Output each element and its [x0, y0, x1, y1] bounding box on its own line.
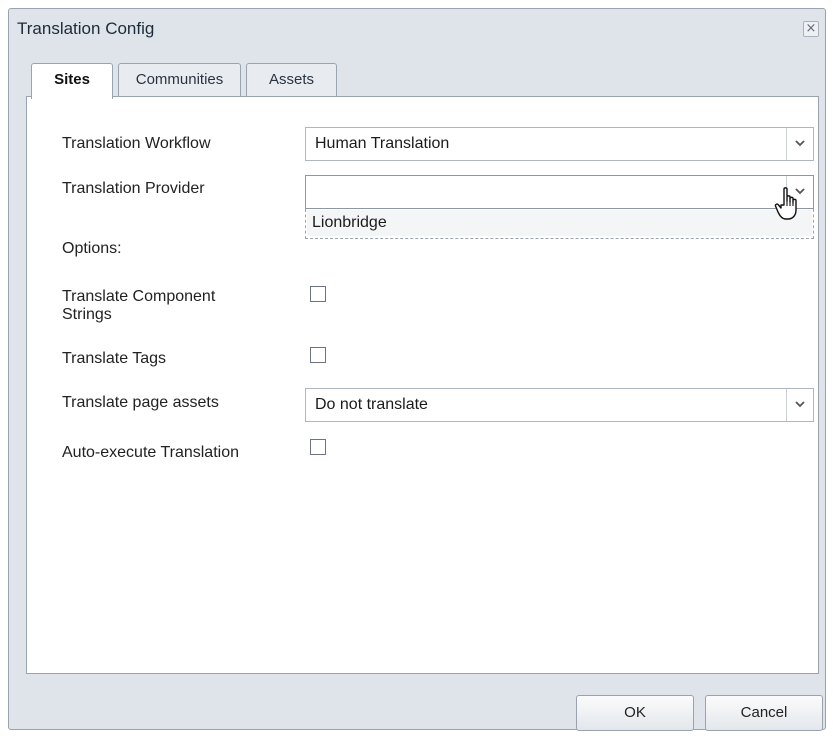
chevron-down-icon: [795, 140, 805, 147]
tab-communities-label: Communities: [135, 71, 224, 88]
workflow-select-arrow[interactable]: [786, 128, 813, 160]
chevron-down-icon: [795, 401, 805, 408]
tab-sites[interactable]: Sites: [31, 63, 113, 99]
translation-config-dialog: Translation Config × Sites Communities A…: [8, 8, 826, 731]
component-strings-label-line1: Translate Component: [62, 288, 216, 305]
tab-assets-label: Assets: [268, 71, 314, 88]
dialog-title: Translation Config: [17, 19, 155, 38]
tags-label: Translate Tags: [62, 350, 167, 367]
sites-panel: Translation Workflow Human Translation T…: [26, 96, 819, 674]
tab-sites-label: Sites: [54, 71, 90, 88]
close-button[interactable]: ×: [803, 21, 819, 37]
page-assets-label: Translate page assets: [62, 394, 219, 411]
page-assets-select-arrow[interactable]: [786, 389, 813, 421]
tags-checkbox[interactable]: [310, 347, 326, 363]
provider-dropdown-list: Lionbridge: [305, 209, 814, 239]
options-label: Options:: [62, 240, 122, 257]
component-strings-checkbox[interactable]: [310, 286, 326, 302]
dialog-titlebar: Translation Config ×: [9, 9, 825, 49]
workflow-select[interactable]: Human Translation: [305, 127, 814, 161]
workflow-select-value: Human Translation: [315, 135, 450, 152]
workflow-label: Translation Workflow: [62, 135, 211, 152]
hand-pointer-icon: [774, 187, 797, 220]
page-assets-select[interactable]: Do not translate: [305, 388, 814, 422]
ok-button[interactable]: OK: [576, 695, 694, 731]
ok-button-label: OK: [624, 704, 646, 721]
tab-assets[interactable]: Assets: [246, 63, 337, 97]
tab-communities[interactable]: Communities: [118, 63, 241, 97]
provider-select[interactable]: [305, 175, 814, 209]
auto-execute-label: Auto-execute Translation: [62, 444, 239, 461]
provider-label: Translation Provider: [62, 180, 205, 197]
auto-execute-checkbox[interactable]: [310, 439, 326, 455]
component-strings-label-line2: Strings: [62, 306, 112, 323]
page-assets-select-value: Do not translate: [315, 396, 428, 413]
cancel-button-label: Cancel: [740, 704, 788, 721]
close-icon: ×: [805, 21, 817, 36]
cancel-button[interactable]: Cancel: [705, 695, 823, 731]
provider-option-lionbridge[interactable]: Lionbridge: [307, 210, 812, 236]
